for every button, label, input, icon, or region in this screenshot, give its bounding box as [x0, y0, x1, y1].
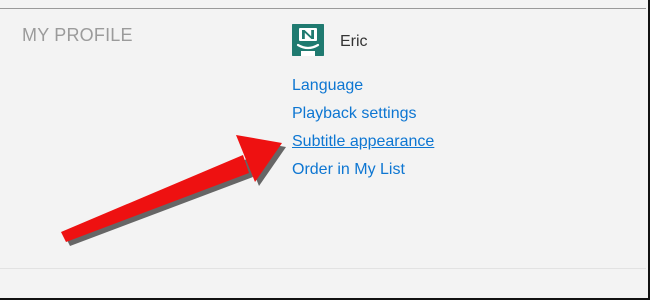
red-arrow-shadow	[65, 139, 286, 246]
order-in-my-list-link[interactable]: Order in My List	[292, 161, 405, 179]
smiling-n-face-icon	[292, 24, 324, 56]
red-arrow-body	[61, 135, 282, 242]
profile-avatar[interactable]	[292, 24, 324, 56]
section-top-divider	[0, 8, 646, 9]
section-heading-my-profile: MY PROFILE	[22, 25, 133, 45]
profile-name: Eric	[340, 33, 368, 50]
section-bottom-divider	[0, 268, 646, 269]
subtitle-appearance-link[interactable]: Subtitle appearance	[292, 133, 434, 151]
language-link[interactable]: Language	[292, 77, 363, 95]
playback-settings-link[interactable]: Playback settings	[292, 105, 417, 123]
